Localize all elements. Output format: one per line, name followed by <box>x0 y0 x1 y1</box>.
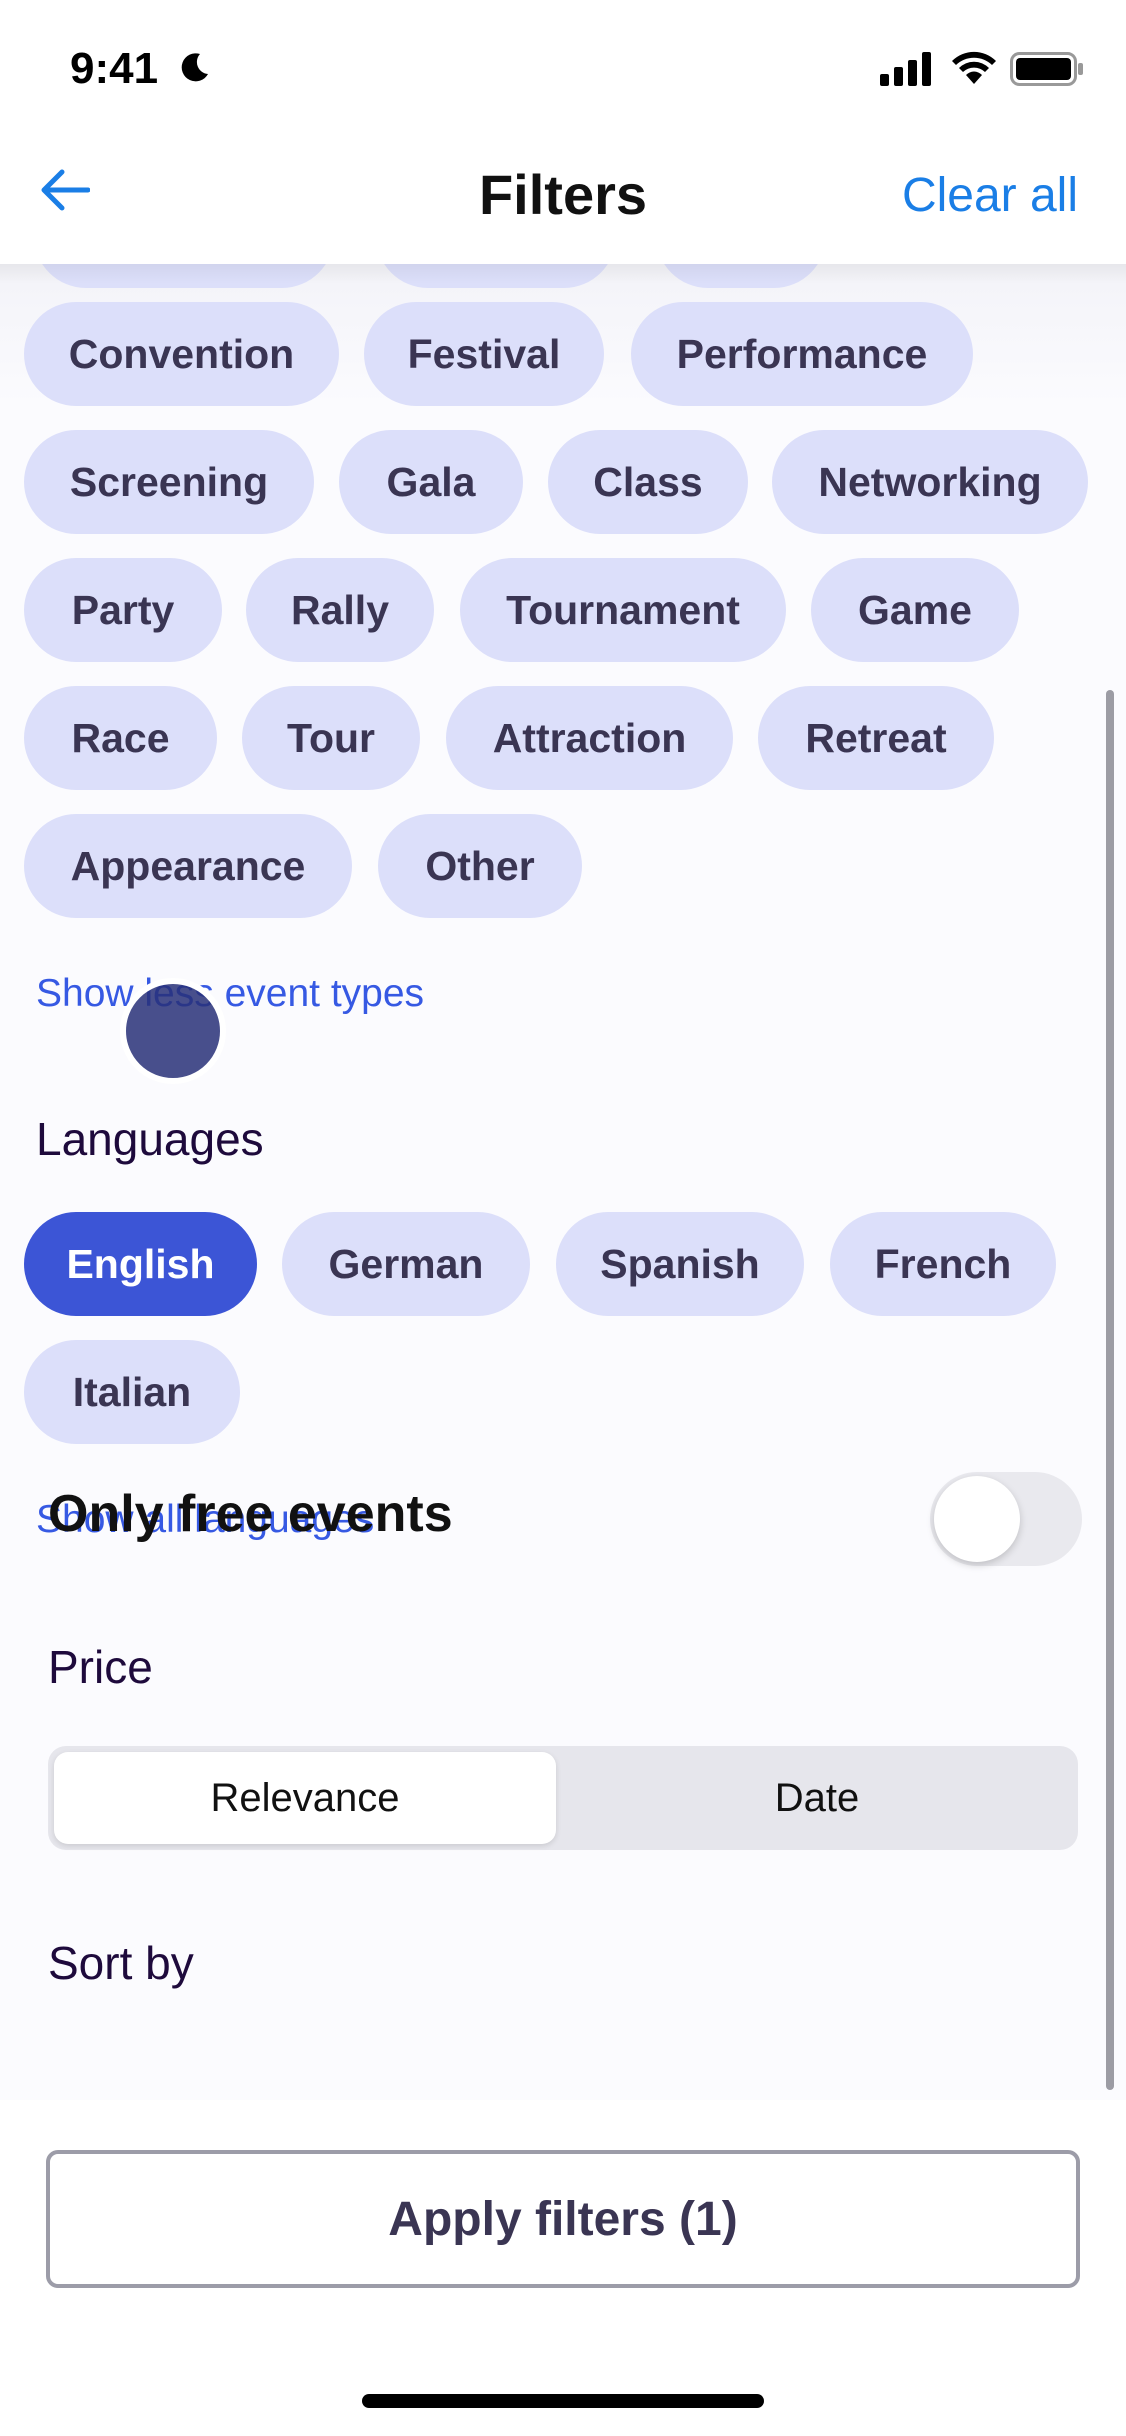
sort-option-date[interactable]: Date <box>562 1752 1072 1844</box>
event-type-chip-appearance[interactable]: Appearance <box>24 814 352 918</box>
nav-divider <box>0 264 1126 284</box>
only-free-events-label: Only free events <box>48 1485 453 1543</box>
event-type-chip-rally[interactable]: Rally <box>246 558 434 662</box>
event-type-chip-party[interactable]: Party <box>24 558 222 662</box>
footer: Apply filters (1) <box>0 2100 1126 2436</box>
clear-all-button[interactable]: Clear all <box>902 168 1078 223</box>
moon-icon <box>181 53 208 82</box>
event-type-chip-tournament[interactable]: Tournament <box>460 558 786 662</box>
language-chip-german[interactable]: German <box>282 1212 530 1316</box>
sort-by-title: Sort by <box>48 1937 194 1989</box>
event-type-chip-tour[interactable]: Tour <box>242 686 420 790</box>
filters-scroll-area[interactable]: Convention Festival Performance Screenin… <box>0 264 1126 2100</box>
only-free-events-toggle[interactable] <box>930 1472 1082 1566</box>
apply-filters-button[interactable]: Apply filters (1) <box>46 2150 1080 2288</box>
status-bar: 9:41 <box>0 0 1126 140</box>
price-title: Price <box>48 1641 153 1693</box>
event-type-chip-game[interactable]: Game <box>811 558 1019 662</box>
language-chip-french[interactable]: French <box>830 1212 1056 1316</box>
status-time: 9:41 <box>70 44 159 93</box>
event-type-chip-gala[interactable]: Gala <box>339 430 523 534</box>
sort-option-relevance[interactable]: Relevance <box>54 1752 556 1844</box>
event-type-chip-race[interactable]: Race <box>24 686 217 790</box>
event-type-chip-retreat[interactable]: Retreat <box>758 686 994 790</box>
event-type-chip-networking[interactable]: Networking <box>772 430 1088 534</box>
language-chip-italian[interactable]: Italian <box>24 1340 240 1444</box>
event-type-chip-attraction[interactable]: Attraction <box>446 686 733 790</box>
scrollbar[interactable] <box>1106 690 1114 2090</box>
languages-title: Languages <box>36 1113 264 1165</box>
touch-indicator <box>120 978 226 1084</box>
event-type-chip-festival[interactable]: Festival <box>364 302 604 406</box>
cellular-signal-icon <box>880 52 931 86</box>
sort-segmented-control[interactable]: Relevance Date <box>48 1746 1078 1850</box>
home-indicator[interactable] <box>362 2394 764 2408</box>
event-type-chip-other[interactable]: Other <box>378 814 582 918</box>
wifi-icon <box>952 51 996 84</box>
event-type-chip-class[interactable]: Class <box>548 430 748 534</box>
toggle-knob <box>934 1476 1020 1562</box>
language-chip-english[interactable]: English <box>24 1212 257 1316</box>
event-type-chip-convention[interactable]: Convention <box>24 302 339 406</box>
show-less-event-types-link[interactable]: Show less event types <box>36 972 424 1016</box>
battery-icon <box>1010 52 1083 86</box>
event-type-chip-screening[interactable]: Screening <box>24 430 314 534</box>
nav-header: Filters Clear all <box>0 140 1126 264</box>
language-chip-spanish[interactable]: Spanish <box>556 1212 804 1316</box>
event-type-chip-performance[interactable]: Performance <box>631 302 973 406</box>
